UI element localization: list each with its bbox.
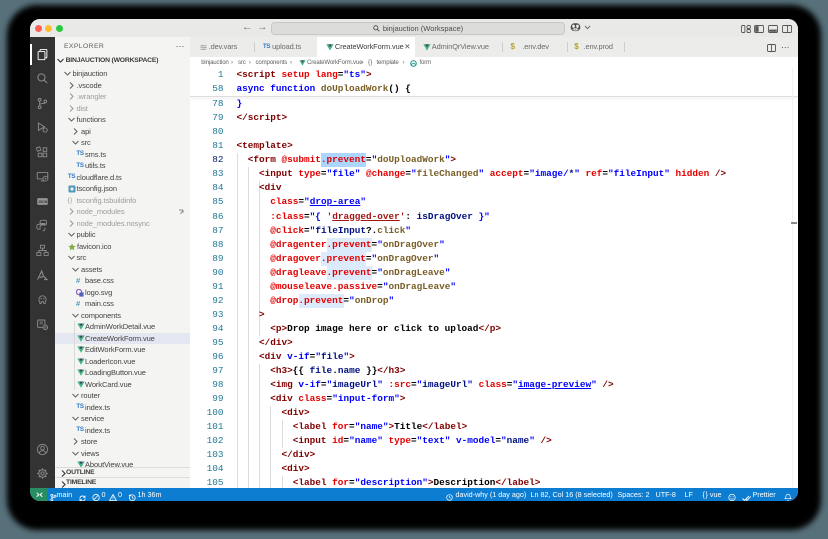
svg-text:JSON: JSON	[38, 200, 48, 204]
